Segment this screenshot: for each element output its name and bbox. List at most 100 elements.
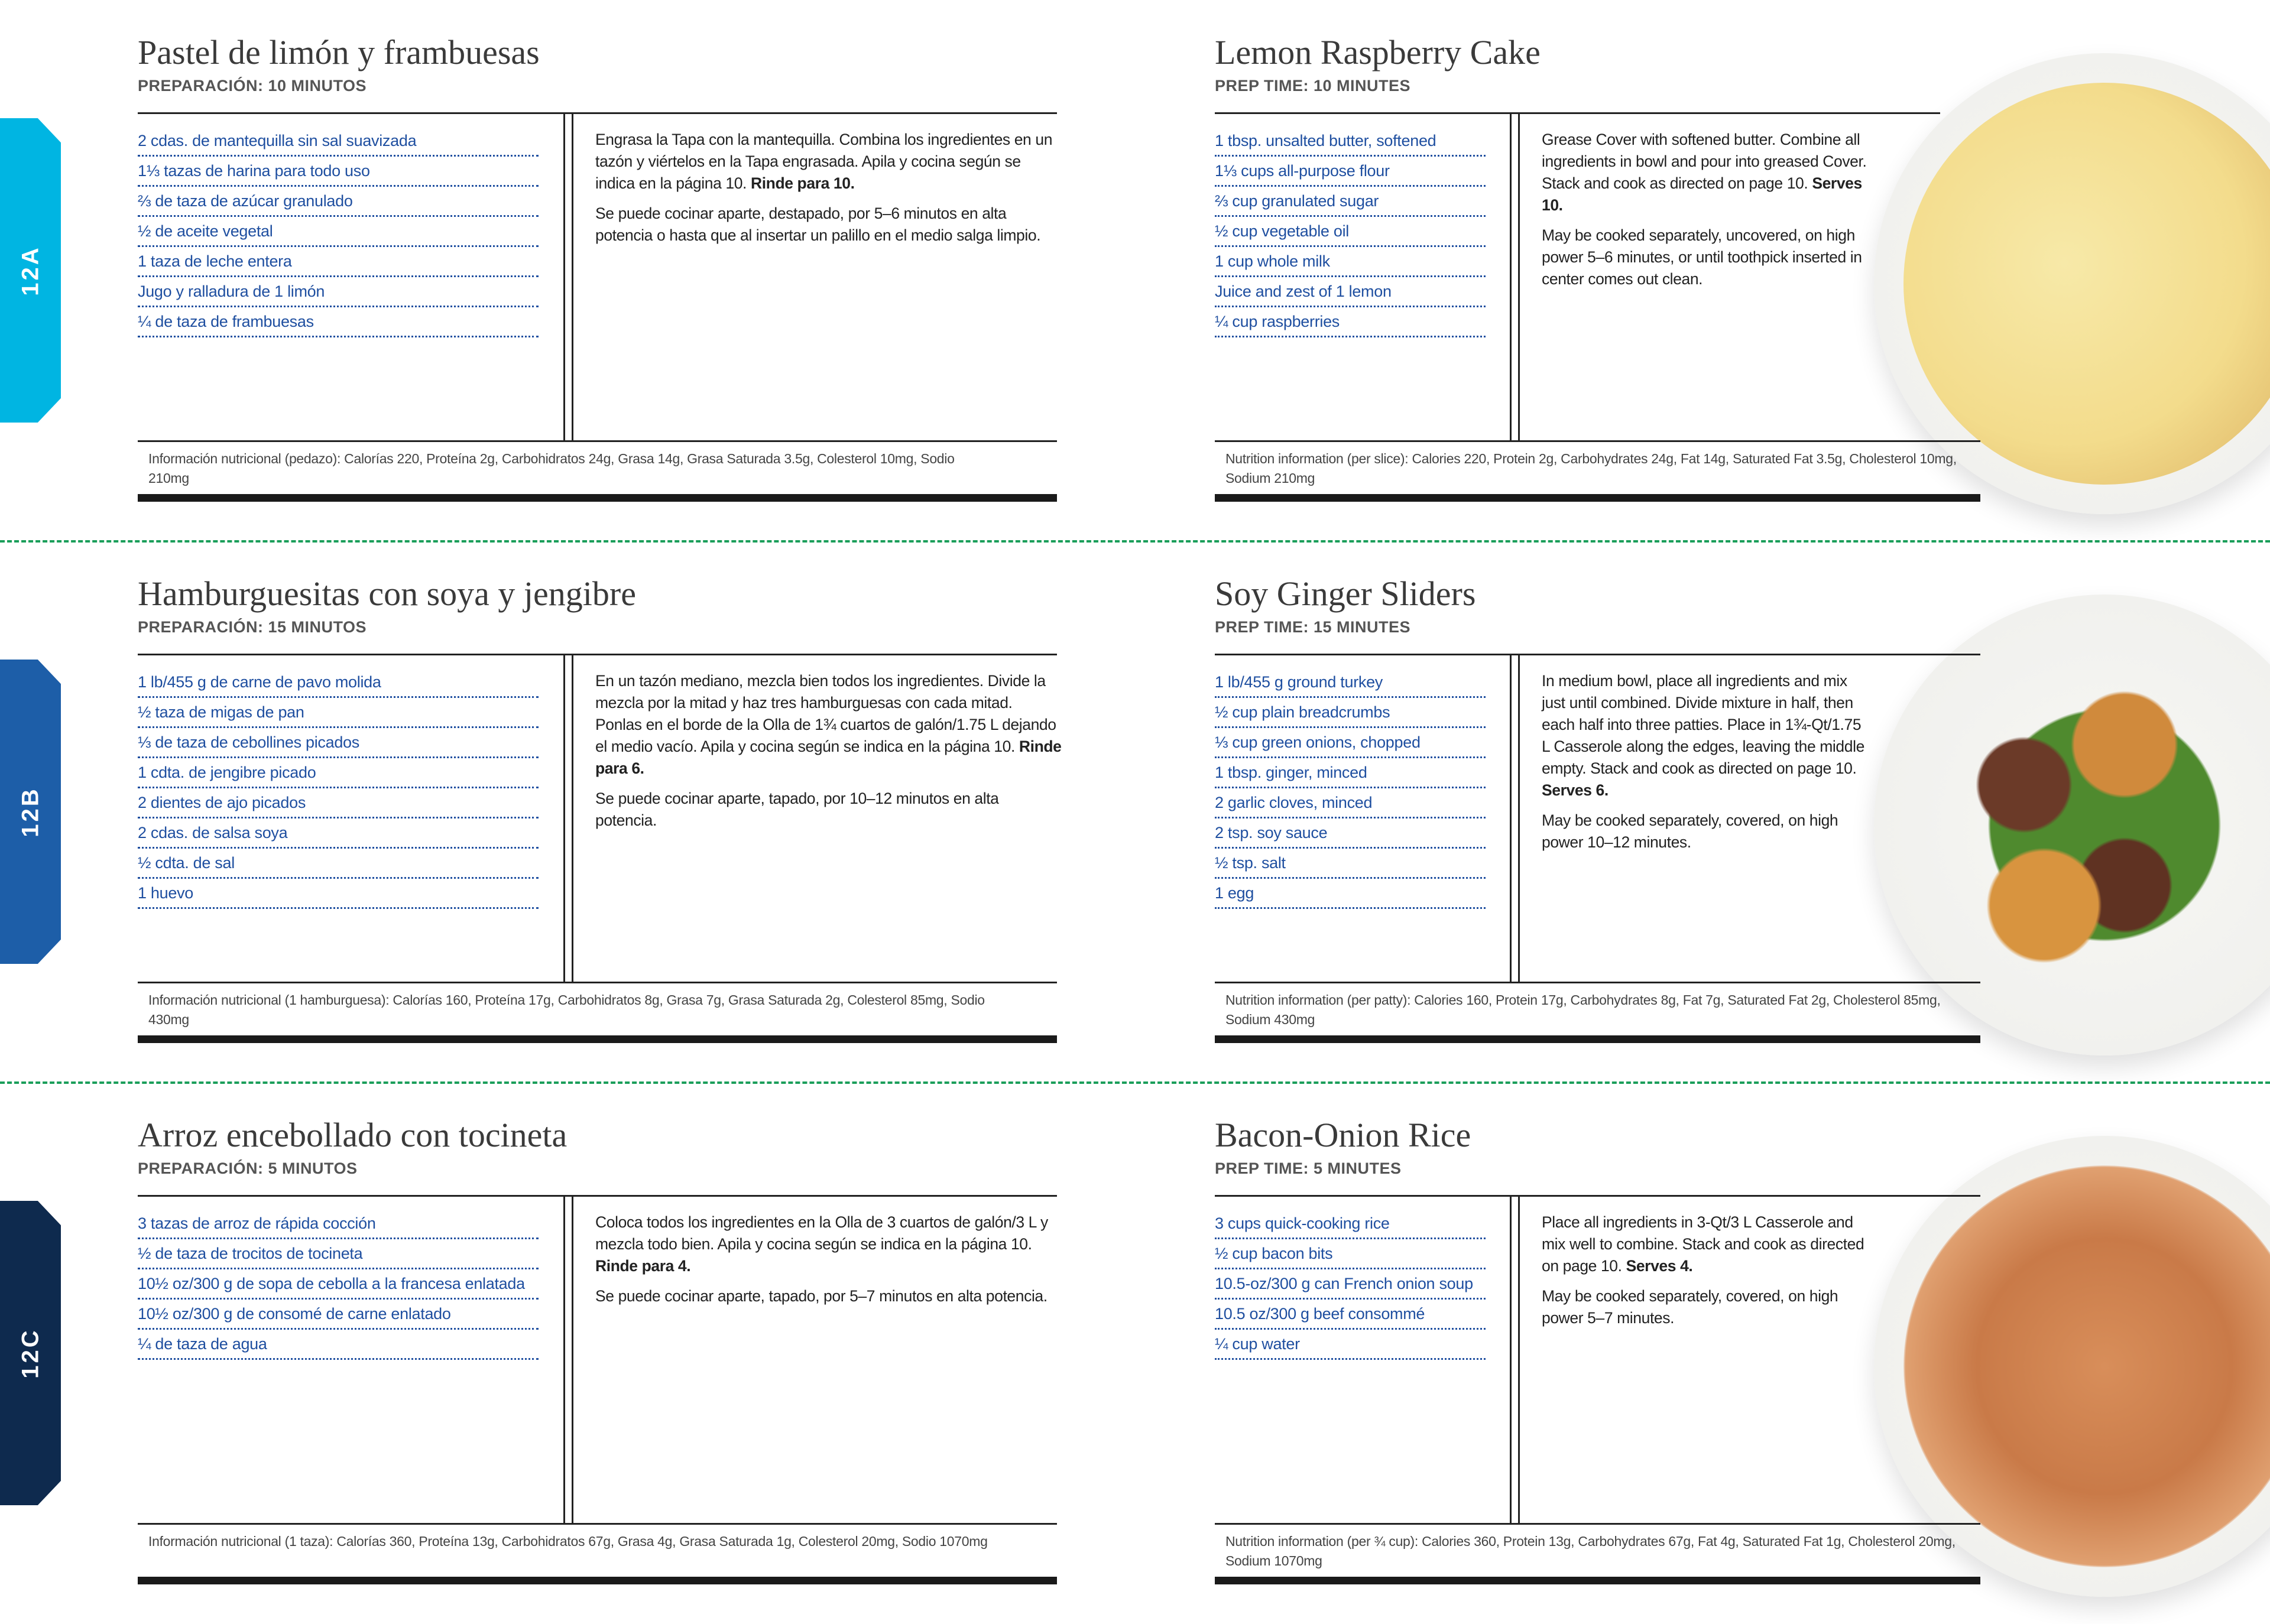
ingredient-item: 1⅓ tazas de harina para todo uso [138, 159, 539, 187]
alternate-cooking: May be cooked separately, covered, on hi… [1542, 811, 1838, 851]
ingredient-item: 10½ oz/300 g de consomé de carne enlatad… [138, 1302, 539, 1330]
alternate-cooking: Se puede cocinar aparte, tapado, por 10–… [595, 790, 999, 829]
ingredient-item: ⅔ de taza de azúcar granulado [138, 189, 539, 217]
footer-bar [1215, 1035, 1980, 1043]
ingredient-item: 1 lb/455 g ground turkey [1215, 670, 1486, 698]
column-divider [563, 113, 573, 441]
ingredient-item: ⅓ cup green onions, chopped [1215, 730, 1486, 758]
bottom-rule [138, 982, 1057, 983]
servings: Serves 6. [1542, 781, 1609, 799]
alternate-cooking: May be cooked separately, covered, on hi… [1542, 1287, 1838, 1327]
ingredient-list: 3 tazas de arroz de rápida cocción ½ de t… [138, 1211, 539, 1362]
footer-bar [1215, 1577, 1980, 1584]
prep-time: PREPARACIÓN: 5 MINUTOS [138, 1159, 358, 1177]
column-divider [563, 1196, 573, 1524]
recipe-card-es: Hamburguesitas con soya y jengibre PREPAR… [138, 541, 1062, 1050]
column-divider [563, 654, 573, 983]
top-rule [1215, 654, 1980, 655]
ingredient-item: ½ cup bacon bits [1215, 1242, 1486, 1269]
alternate-cooking: Se puede cocinar aparte, destapado, por … [595, 204, 1041, 244]
ingredient-item: 10½ oz/300 g de sopa de cebolla a la fra… [138, 1272, 539, 1300]
bottom-rule [138, 1523, 1057, 1525]
instructions: En un tazón mediano, mezcla bien todos l… [595, 670, 1062, 840]
recipe-card-es: Pastel de limón y frambuesas PREPARACIÓN:… [138, 0, 1060, 508]
ingredient-item: ½ de aceite vegetal [138, 219, 539, 247]
instructions-main: Engrasa la Tapa con la mantequilla. Comb… [595, 129, 1062, 194]
ingredient-item: ¼ de taza de frambuesas [138, 310, 539, 337]
ingredient-item: ¼ cup raspberries [1215, 310, 1486, 337]
top-rule [1215, 1195, 1980, 1197]
ingredient-item: 2 garlic cloves, minced [1215, 791, 1486, 819]
instructions-text: In medium bowl, place all ingredients an… [1542, 672, 1864, 777]
recipe-title: Soy Ginger Sliders [1215, 574, 1476, 613]
nutrition-info: Nutrition information (per ¾ cup): Calor… [1225, 1534, 1956, 1568]
section-tab-12a[interactable]: 12A [0, 118, 61, 423]
ingredient-item: 1 cup whole milk [1215, 249, 1486, 277]
bottom-rule [1215, 1523, 1980, 1525]
ingredient-item: ½ cup vegetable oil [1215, 219, 1486, 247]
instructions: In medium bowl, place all ingredients an… [1542, 670, 1873, 862]
ingredient-item: ¼ cup water [1215, 1332, 1486, 1360]
footer-bar [138, 494, 1057, 502]
tab-label: 12A [17, 245, 43, 296]
footer-bar [1215, 494, 1980, 502]
ingredient-item: 2 cdas. de salsa soya [138, 821, 539, 849]
ingredient-item: 1 egg [1215, 881, 1486, 909]
column-divider [1510, 1196, 1520, 1524]
ingredient-item: ½ cup plain breadcrumbs [1215, 700, 1486, 728]
recipe-card-en: Lemon Raspberry Cake PREP TIME: 10 MINUTE… [1215, 0, 2137, 508]
ingredient-item: ⅔ cup granulated sugar [1215, 189, 1486, 217]
instructions-text: Place all ingredients in 3-Qt/3 L Casser… [1542, 1213, 1864, 1275]
ingredient-item: Jugo y ralladura de 1 limón [138, 280, 539, 307]
instructions: Engrasa la Tapa con la mantequilla. Comb… [595, 129, 1062, 255]
ingredient-item: ½ taza de migas de pan [138, 700, 539, 728]
recipe-title: Bacon-Onion Rice [1215, 1116, 1471, 1154]
bottom-rule [1215, 440, 1980, 442]
ingredient-item: ½ cdta. de sal [138, 851, 539, 879]
servings: Rinde para 10. [750, 174, 855, 192]
recipe-card-es: Arroz encebollado con tocineta PREPARACIÓ… [138, 1083, 1060, 1591]
ingredient-item: ½ tsp. salt [1215, 851, 1486, 879]
ingredient-item: 1⅓ cups all-purpose flour [1215, 159, 1486, 187]
instructions-main: In medium bowl, place all ingredients an… [1542, 670, 1873, 801]
ingredient-item: 10.5 oz/300 g beef consommé [1215, 1302, 1486, 1330]
recipe-title: Hamburguesitas con soya y jengibre [138, 574, 636, 613]
nutrition-info: Información nutricional (pedazo): Calorí… [148, 451, 955, 486]
prep-time: PREP TIME: 15 MINUTES [1215, 618, 1411, 636]
nutrition-info: Información nutricional (1 taza): Calorí… [148, 1534, 988, 1549]
instructions-text: En un tazón mediano, mezcla bien todos l… [595, 672, 1056, 755]
top-rule [138, 1195, 1057, 1197]
instructions: Grease Cover with softened butter. Combi… [1542, 129, 1873, 298]
recipe-title: Lemon Raspberry Cake [1215, 33, 1541, 72]
top-rule [138, 654, 1057, 655]
ingredient-item: 2 dientes de ajo picados [138, 791, 539, 819]
instructions-main: Grease Cover with softened butter. Combi… [1542, 129, 1873, 216]
instructions-main: Place all ingredients in 3-Qt/3 L Casser… [1542, 1211, 1873, 1277]
recipe-title: Arroz encebollado con tocineta [138, 1116, 568, 1154]
servings: Rinde para 4. [595, 1257, 691, 1275]
ingredient-item: 1 lb/455 g de carne de pavo molida [138, 670, 539, 698]
recipe-title: Pastel de limón y frambuesas [138, 33, 540, 72]
bottom-rule [138, 440, 1057, 442]
ingredient-item: 10.5-oz/300 g can French onion soup [1215, 1272, 1486, 1300]
ingredient-item: 1 taza de leche entera [138, 249, 539, 277]
column-divider [1510, 654, 1520, 983]
instructions-text: Coloca todos los ingredientes en la Olla… [595, 1213, 1048, 1253]
ingredient-list: 1 lb/455 g de carne de pavo molida ½ taza… [138, 670, 539, 911]
section-tab-12c[interactable]: 12C [0, 1201, 61, 1505]
ingredient-item: ¼ de taza de agua [138, 1332, 539, 1360]
top-rule [138, 112, 1057, 114]
ingredient-item: Juice and zest of 1 lemon [1215, 280, 1486, 307]
nutrition-info: Información nutricional (1 hamburguesa):… [148, 992, 985, 1027]
instructions-main: En un tazón mediano, mezcla bien todos l… [595, 670, 1062, 779]
nutrition-info: Nutrition information (per patty): Calor… [1225, 992, 1941, 1027]
column-divider [1510, 113, 1520, 441]
ingredient-list: 1 tbsp. unsalted butter, softened 1⅓ cups… [1215, 129, 1486, 340]
prep-time: PREPARACIÓN: 15 MINUTOS [138, 618, 367, 636]
instructions: Place all ingredients in 3-Qt/3 L Casser… [1542, 1211, 1873, 1337]
ingredient-item: 1 huevo [138, 881, 539, 909]
ingredient-item: 3 cups quick-cooking rice [1215, 1211, 1486, 1239]
section-tab-12b[interactable]: 12B [0, 660, 61, 964]
top-rule [1215, 112, 1940, 114]
ingredient-item: ½ de taza de trocitos de tocineta [138, 1242, 539, 1269]
